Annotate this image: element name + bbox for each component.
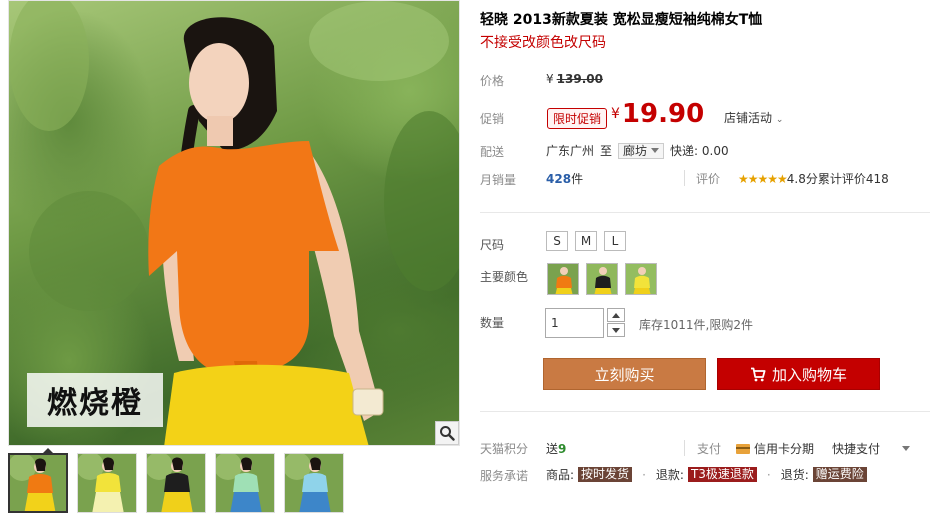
shipping-origin: 广东广州: [546, 144, 595, 158]
quantity-decrease-button[interactable]: [607, 323, 625, 337]
shipping-fee: 快递: 0.00: [670, 144, 729, 158]
promo-price-value: 19.90: [621, 99, 705, 129]
shipping-to-word: 至: [600, 144, 613, 158]
points-prefix: 送: [546, 442, 559, 456]
star-rating-icon: ★★★★★: [738, 172, 788, 186]
main-product-image[interactable]: 燃烧橙: [8, 0, 460, 446]
original-price: ¥139.00: [546, 72, 603, 86]
rating-summary[interactable]: ★★★★★4.8分累计评价418: [738, 170, 889, 187]
destination-value: 廊坊: [623, 143, 648, 158]
product-subtitle: 不接受改颜色改尺码: [480, 35, 606, 51]
cart-icon: [750, 367, 766, 381]
section-divider: [480, 212, 930, 213]
divider: [684, 440, 685, 456]
thumbnail-image: [285, 454, 343, 512]
section-divider: [480, 411, 930, 412]
thumbnail-image: [78, 454, 136, 512]
rating-label: 评价: [696, 172, 721, 186]
credit-card-installment[interactable]: 信用卡分期: [736, 440, 814, 457]
separator: ·: [642, 467, 646, 482]
size-option-m[interactable]: M: [575, 231, 597, 251]
price-label: 价格: [480, 74, 505, 88]
color-swatch-image: [587, 264, 617, 294]
size-option-l[interactable]: L: [604, 231, 626, 251]
thumbnail-strip: [8, 453, 344, 513]
buy-now-button[interactable]: 立刻购买: [543, 358, 706, 390]
promo-price: ¥19.90: [611, 99, 704, 129]
color-swatch[interactable]: [547, 263, 579, 295]
color-swatch-image: [548, 264, 578, 294]
color-name-overlay: 燃烧橙: [27, 373, 163, 427]
thumbnail[interactable]: [146, 453, 206, 513]
promo-badge: 限时促销: [547, 108, 608, 129]
divider: [684, 170, 685, 186]
thumbnail-image: [147, 454, 205, 512]
add-to-cart-label: 加入购物车: [771, 365, 847, 384]
thumbnail[interactable]: [8, 453, 68, 513]
magnifier-icon: [440, 426, 455, 441]
add-to-cart-button[interactable]: 加入购物车: [717, 358, 880, 390]
quantity-input[interactable]: [545, 308, 604, 338]
points-info: 送9: [546, 440, 566, 457]
shipping-insurance-badge[interactable]: 赠运费险: [812, 467, 867, 482]
promise-goods-label: 商品:: [546, 468, 575, 482]
thumbnail[interactable]: [77, 453, 137, 513]
zoom-button[interactable]: [435, 421, 459, 445]
chevron-down-icon: [612, 327, 620, 333]
quantity-increase-button[interactable]: [607, 308, 625, 322]
service-promises: 商品: 按时发货 · 退款: T3极速退款 · 退货: 赠运费险: [546, 466, 867, 483]
review-count: 累计评价418: [817, 172, 889, 186]
promise-return-label: 退货:: [780, 468, 809, 482]
promo-currency-symbol: ¥: [611, 106, 620, 122]
color-swatch[interactable]: [625, 263, 657, 295]
shipping-label: 配送: [480, 145, 505, 159]
credit-card-label: 信用卡分期: [754, 442, 815, 456]
monthly-sales: 428件: [546, 170, 583, 187]
service-promise-label: 服务承诺: [480, 469, 529, 483]
points-label: 天猫积分: [480, 442, 529, 456]
thumbnail-image: [10, 455, 66, 511]
quick-pay[interactable]: 快捷支付: [832, 440, 880, 457]
stock-info: 库存1011件,限购2件: [639, 318, 753, 332]
sales-unit: 件: [571, 172, 584, 186]
separator: ·: [766, 467, 771, 482]
thumbnail-image: [216, 454, 274, 512]
credit-card-icon: [736, 443, 750, 454]
size-options: SML: [546, 231, 626, 251]
size-option-s[interactable]: S: [546, 231, 568, 251]
destination-select[interactable]: 廊坊: [618, 142, 665, 159]
on-time-delivery-badge[interactable]: 按时发货: [578, 467, 633, 482]
color-swatch[interactable]: [586, 263, 618, 295]
promo-label: 促销: [480, 112, 505, 126]
monthly-sales-label: 月销量: [480, 173, 517, 187]
caret-down-icon: [651, 148, 660, 153]
payment-expand-icon[interactable]: [902, 446, 910, 451]
store-activity-label: 店铺活动: [724, 111, 773, 125]
promise-refund-label: 退款:: [655, 468, 684, 482]
thumbnail[interactable]: [284, 453, 344, 513]
color-label: 主要颜色: [480, 270, 529, 284]
sales-count: 428: [546, 172, 572, 186]
chevron-up-icon: [612, 312, 620, 318]
payment-label: 支付: [697, 442, 722, 456]
store-activity-dropdown[interactable]: 店铺活动 ⌄: [724, 109, 783, 126]
size-label: 尺码: [480, 238, 505, 252]
chevron-down-icon: ⌄: [775, 115, 784, 125]
original-price-value: 139.00: [556, 72, 603, 86]
shipping-info: 广东广州 至 廊坊 快递: 0.00: [546, 142, 729, 159]
rating-score: 4.8分: [786, 172, 818, 186]
color-options: [547, 263, 657, 295]
product-title[interactable]: 轻晓 2013新款夏装 宽松显瘦短袖纯棉女T恤: [480, 9, 762, 29]
points-value: 9: [558, 442, 567, 456]
color-swatch-image: [626, 264, 656, 294]
quantity-label: 数量: [480, 316, 505, 330]
fast-refund-badge[interactable]: T3极速退款: [687, 467, 757, 482]
thumbnail[interactable]: [215, 453, 275, 513]
currency-symbol: ¥: [546, 72, 554, 86]
